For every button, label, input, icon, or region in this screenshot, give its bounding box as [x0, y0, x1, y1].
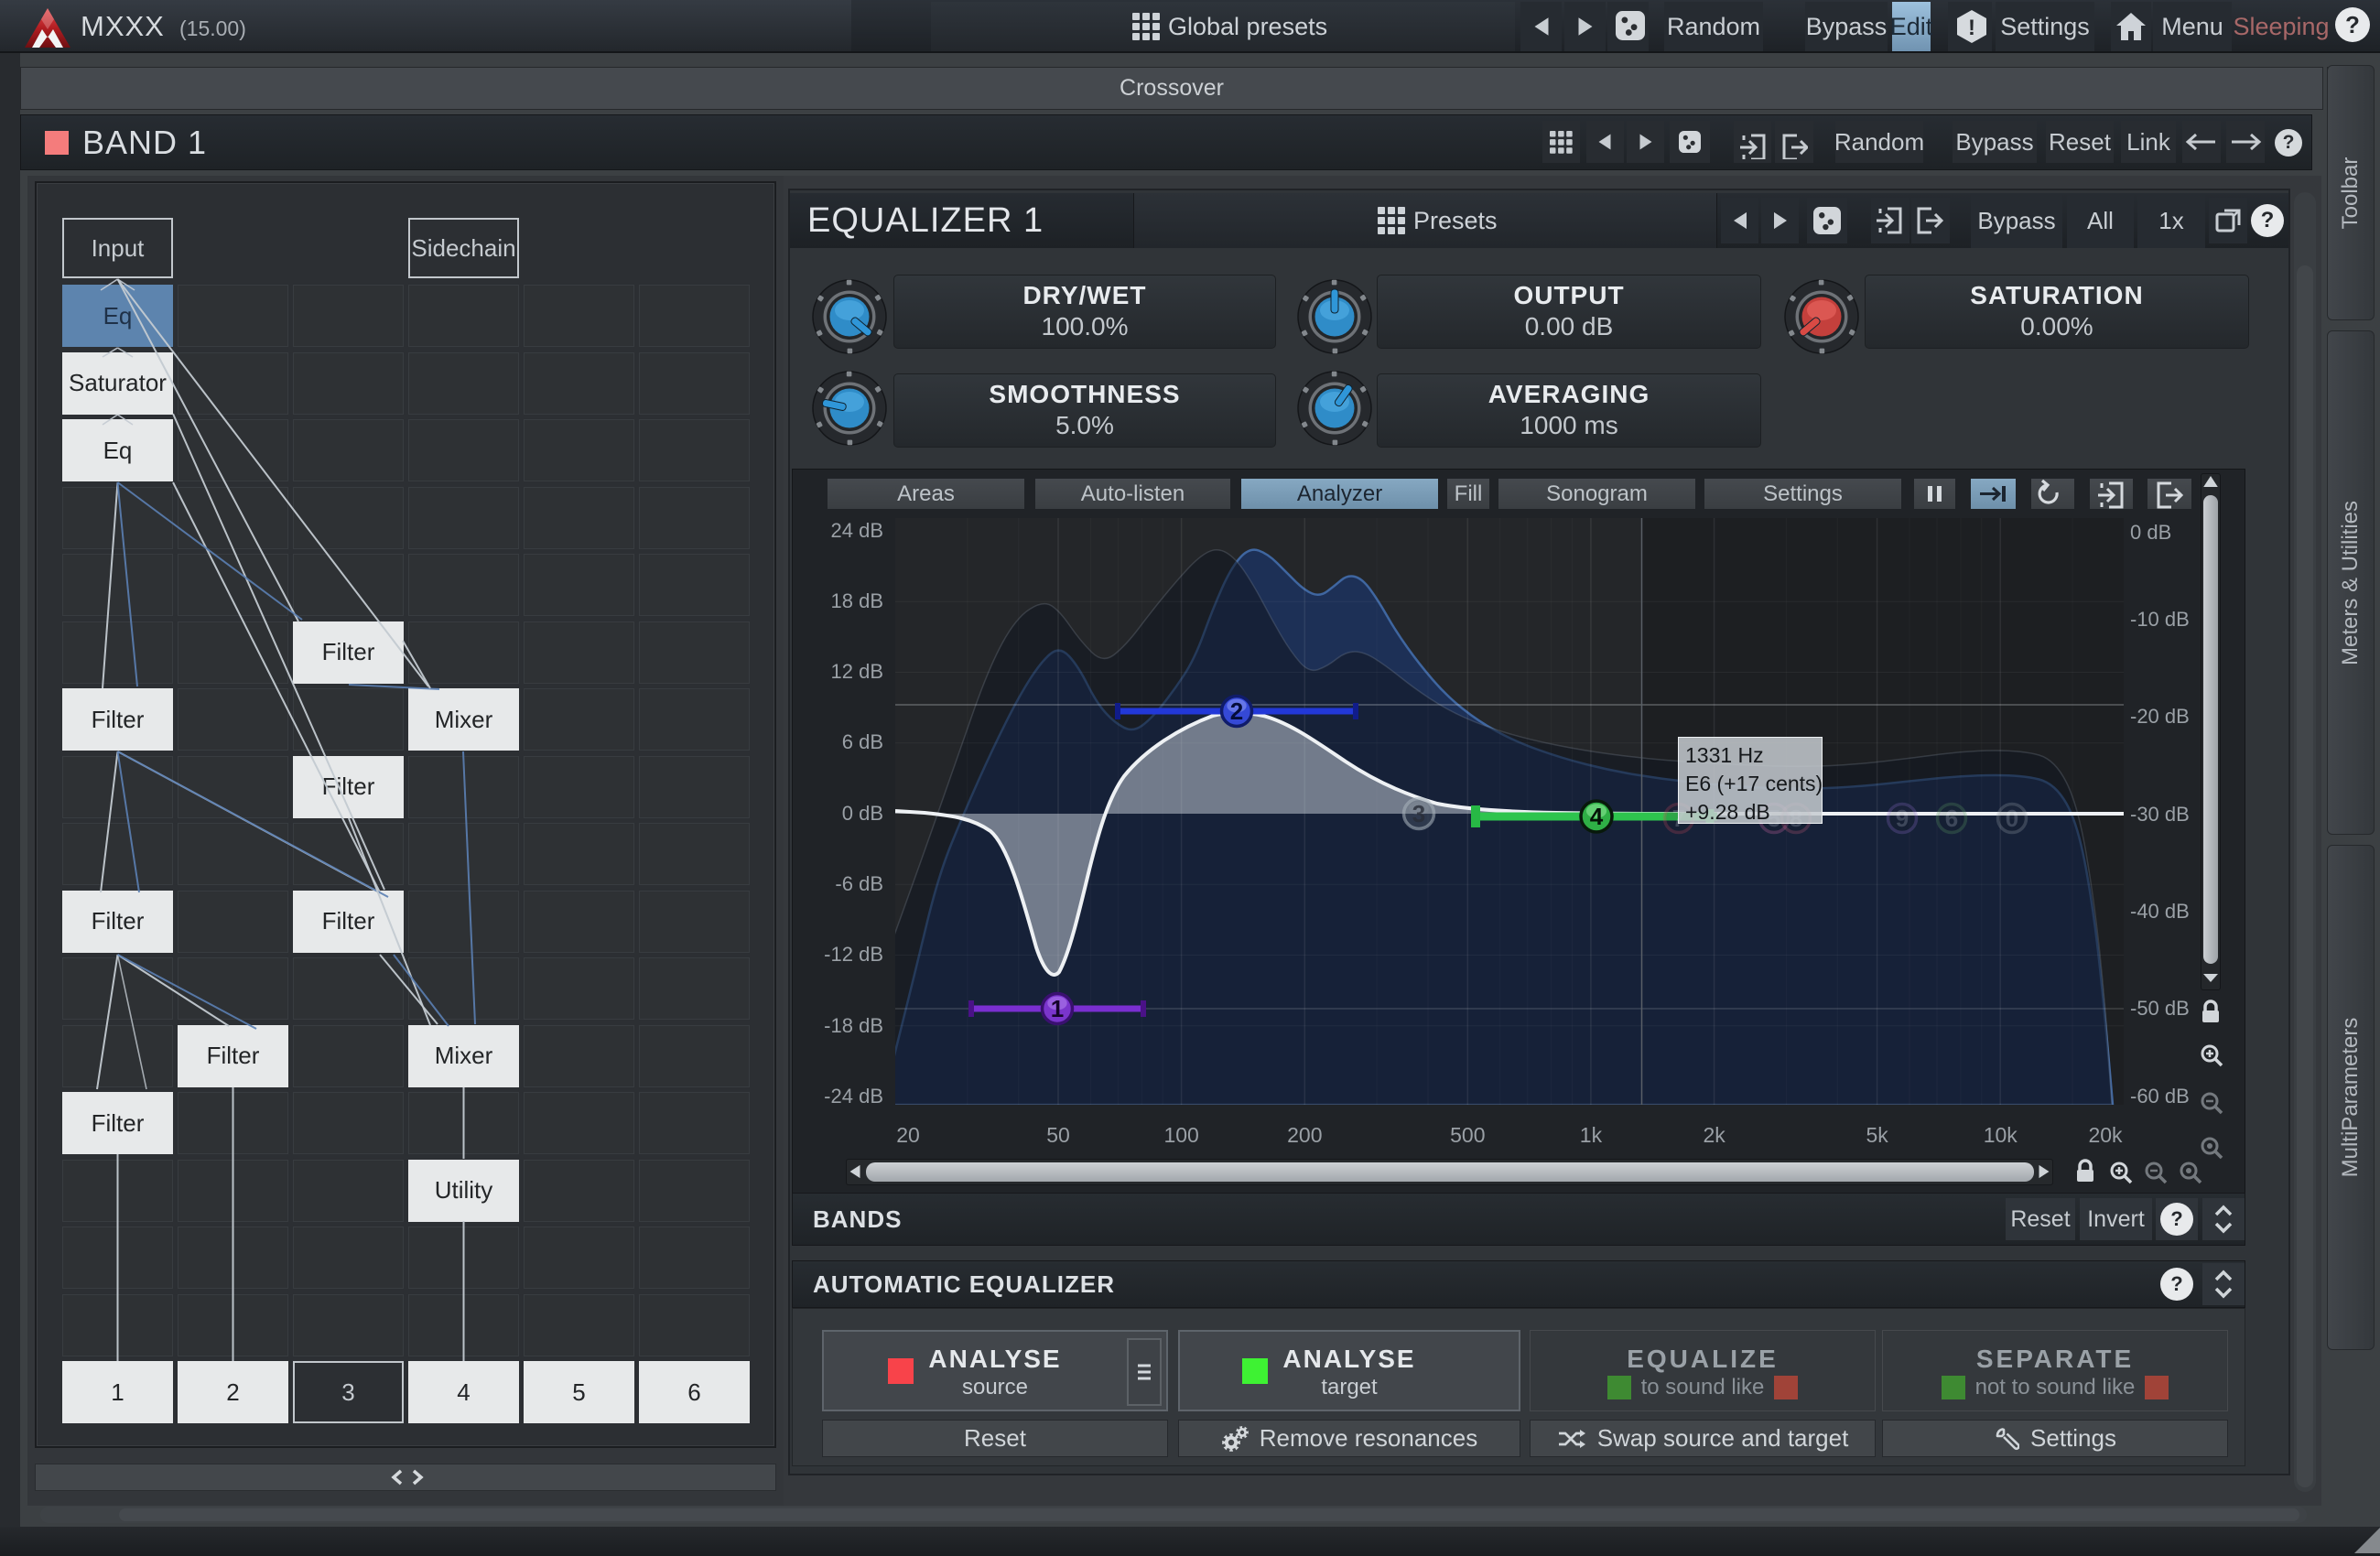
svg-text:6: 6: [1945, 805, 1958, 832]
svg-text:4: 4: [1590, 803, 1604, 830]
svg-text:!: !: [1968, 16, 1975, 40]
svg-text:3: 3: [1412, 800, 1425, 827]
svg-text:0: 0: [2006, 805, 2018, 832]
svg-text:2: 2: [1230, 697, 1243, 725]
svg-text:1: 1: [1051, 995, 1064, 1022]
svg-text:9: 9: [1896, 805, 1909, 832]
